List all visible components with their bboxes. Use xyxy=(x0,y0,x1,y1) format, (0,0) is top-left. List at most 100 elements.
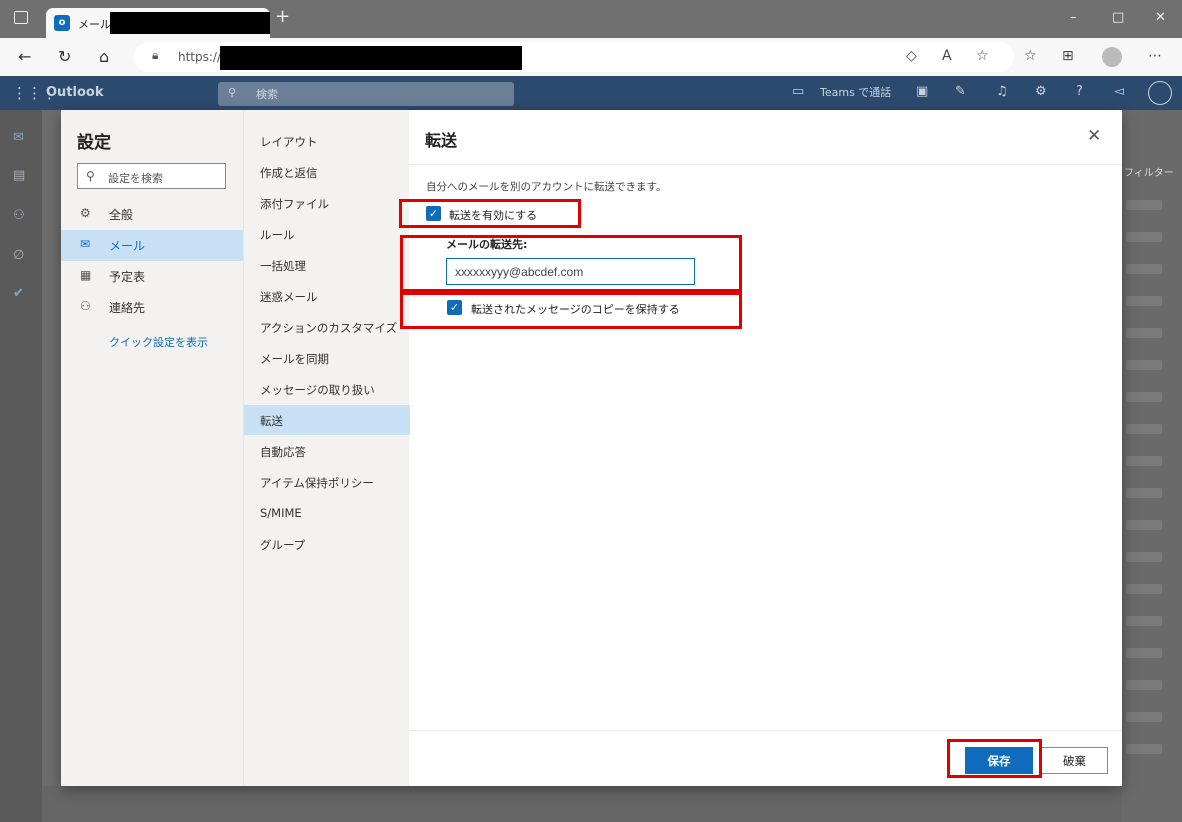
people-icon: ⚇ xyxy=(80,299,91,313)
subcategory-label: メールを同期 xyxy=(260,352,329,366)
category-people[interactable]: ⚇ 連絡先 xyxy=(61,292,243,323)
browser-tab-bar: o メール - + – □ ✕ xyxy=(0,0,1182,38)
gear-icon[interactable]: ⚙ xyxy=(1035,84,1047,99)
outlook-logo-icon: o xyxy=(54,15,70,31)
subcategory-label: アイテム保持ポリシー xyxy=(260,476,374,490)
placeholder-line xyxy=(1126,712,1162,722)
collections-icon[interactable]: ⊞ xyxy=(1062,48,1074,64)
close-window-button[interactable]: ✕ xyxy=(1155,10,1166,25)
placeholder-line xyxy=(1126,616,1162,626)
new-tab-button[interactable]: + xyxy=(275,6,290,27)
subcategory-label: 転送 xyxy=(260,414,283,428)
feedback-icon[interactable]: ◅ xyxy=(1114,84,1124,99)
subcategory-retention-policies[interactable]: アイテム保持ポリシー xyxy=(244,467,410,497)
browser-tab[interactable]: o メール - xyxy=(46,8,270,38)
subcategory-sync-email[interactable]: メールを同期 xyxy=(244,343,410,373)
category-general[interactable]: ⚙ 全般 xyxy=(61,199,243,230)
sidebar-toggle-icon[interactable] xyxy=(14,11,28,24)
maximize-button[interactable]: □ xyxy=(1112,10,1124,25)
placeholder-line xyxy=(1126,520,1162,530)
quick-settings-link[interactable]: クイック設定を表示 xyxy=(109,334,208,350)
teams-call-label[interactable]: Teams で通話 xyxy=(820,84,891,100)
todo-check-icon[interactable]: ✔ xyxy=(13,286,24,301)
read-aloud-icon[interactable]: A xyxy=(942,48,952,64)
subcategory-groups[interactable]: グループ xyxy=(244,529,410,559)
subcategory-attachments[interactable]: 添付ファイル xyxy=(244,188,410,218)
discard-button[interactable]: 破棄 xyxy=(1041,747,1108,774)
highlight-save-button xyxy=(947,739,1042,778)
subcategory-layout[interactable]: レイアウト xyxy=(244,126,410,156)
office-icon[interactable]: ▣ xyxy=(916,84,928,99)
calendar-icon[interactable]: ▤ xyxy=(13,168,25,183)
placeholder-line xyxy=(1126,360,1162,370)
subcategory-message-handling[interactable]: メッセージの取り扱い xyxy=(244,374,410,404)
bell-icon[interactable]: ♫ xyxy=(996,84,1008,99)
todo-icon[interactable]: ✎ xyxy=(955,84,966,99)
category-calendar[interactable]: ▦ 予定表 xyxy=(61,261,243,292)
subcategory-rules[interactable]: ルール xyxy=(244,219,410,249)
category-mail[interactable]: ✉ メール xyxy=(61,230,243,261)
redacted-url xyxy=(220,46,522,70)
settings-search-input[interactable]: ⚲ 設定を検索 xyxy=(77,163,226,189)
outlook-search[interactable]: ⚲ 検索 xyxy=(218,82,514,106)
subcategory-label: 自動応答 xyxy=(260,445,306,459)
app-available-icon[interactable]: ◇ xyxy=(906,48,917,64)
subcategory-sweep[interactable]: 一括処理 xyxy=(244,250,410,280)
subcategory-customize-actions[interactable]: アクションのカスタマイズ xyxy=(244,312,410,342)
refresh-icon[interactable]: ↻ xyxy=(58,47,71,66)
settings-categories-pane: 設定 ⚲ 設定を検索 ⚙ 全般 ✉ メール ▦ 予定表 ⚇ 連絡先 クイック設定… xyxy=(61,110,243,786)
highlight-keep-copy xyxy=(400,292,742,329)
subcategory-automatic-replies[interactable]: 自動応答 xyxy=(244,436,410,466)
profile-avatar[interactable] xyxy=(1102,47,1122,67)
search-icon: ⚲ xyxy=(228,86,237,99)
placeholder-line xyxy=(1126,648,1162,658)
subcategory-label: 作成と返信 xyxy=(260,166,318,180)
subcategory-label: レイアウト xyxy=(260,135,318,149)
brand-name: Outlook xyxy=(46,85,104,100)
subcategory-label: 添付ファイル xyxy=(260,197,329,211)
placeholder-line xyxy=(1126,200,1162,210)
outlook-search-placeholder: 検索 xyxy=(256,88,278,101)
subcategory-label: 迷惑メール xyxy=(260,290,318,304)
back-icon[interactable]: ← xyxy=(18,47,31,66)
home-icon[interactable]: ⌂ xyxy=(99,47,109,66)
placeholder-line xyxy=(1126,424,1162,434)
placeholder-line xyxy=(1126,232,1162,242)
subcategory-label: グループ xyxy=(260,538,306,552)
close-icon[interactable]: ✕ xyxy=(1087,126,1101,146)
placeholder-line xyxy=(1126,552,1162,562)
mail-icon: ✉ xyxy=(80,237,91,251)
url-field[interactable]: 🔒︎ https:// xyxy=(134,42,1014,72)
minimize-button[interactable]: – xyxy=(1070,10,1077,25)
category-label: 連絡先 xyxy=(109,301,146,315)
placeholder-line xyxy=(1126,680,1162,690)
forwarding-title: 転送 xyxy=(425,131,458,150)
favorites-icon[interactable]: ☆ xyxy=(1024,48,1037,64)
placeholder-line xyxy=(1126,456,1162,466)
subcategory-label: S/MIME xyxy=(260,506,302,520)
people-icon[interactable]: ⚇ xyxy=(13,208,25,223)
subcategory-junk-email[interactable]: 迷惑メール xyxy=(244,281,410,311)
header-divider xyxy=(409,164,1122,165)
calendar-icon: ▦ xyxy=(80,268,92,282)
subcategory-compose-reply[interactable]: 作成と返信 xyxy=(244,157,410,187)
subcategory-forwarding[interactable]: 転送 xyxy=(244,405,410,435)
subcategory-label: 一括処理 xyxy=(260,259,306,273)
more-icon[interactable]: ⋯ xyxy=(1148,48,1162,64)
subcategory-smime[interactable]: S/MIME xyxy=(244,498,410,528)
placeholder-line xyxy=(1126,392,1162,402)
account-avatar[interactable] xyxy=(1148,81,1172,105)
category-label: 予定表 xyxy=(109,270,146,284)
add-favorite-icon[interactable]: ☆ xyxy=(976,48,989,64)
outlook-header: ⋮⋮⋮ Outlook ⚲ 検索 ▭ Teams で通話 ▣ ✎ ♫ ⚙ ? ◅ xyxy=(0,76,1182,110)
mail-icon[interactable]: ✉ xyxy=(13,130,24,145)
help-icon[interactable]: ? xyxy=(1076,84,1083,99)
settings-title: 設定 xyxy=(77,133,111,153)
settings-dialog: 設定 ⚲ 設定を検索 ⚙ 全般 ✉ メール ▦ 予定表 ⚇ 連絡先 クイック設定… xyxy=(61,110,1122,786)
gear-icon: ⚙ xyxy=(80,206,91,220)
footer-divider xyxy=(409,730,1122,731)
video-icon[interactable]: ▭ xyxy=(792,84,804,99)
placeholder-line xyxy=(1126,488,1162,498)
subcategory-label: ルール xyxy=(260,228,295,242)
attachment-icon[interactable]: ∅ xyxy=(13,248,24,263)
